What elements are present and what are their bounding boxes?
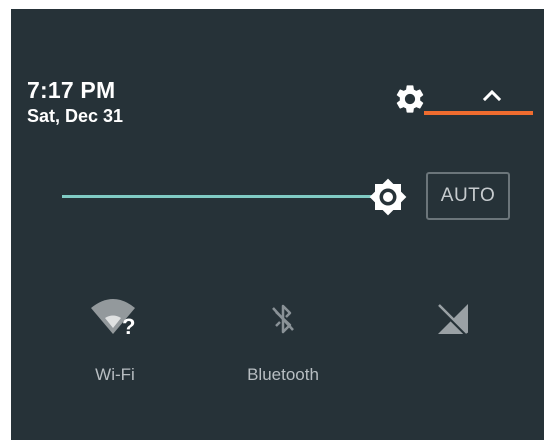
auto-brightness-button[interactable]: AUTO xyxy=(426,172,510,220)
tile-bluetooth[interactable]: Bluetooth xyxy=(223,292,343,402)
cellular-off-icon xyxy=(436,304,470,338)
gear-icon[interactable] xyxy=(393,82,427,116)
tile-bluetooth-label: Bluetooth xyxy=(247,365,319,384)
chevron-up-icon[interactable] xyxy=(480,86,504,104)
bluetooth-off-icon xyxy=(272,304,294,334)
tile-wifi[interactable]: ? Wi-Fi xyxy=(55,292,175,402)
brightness-thumb-icon[interactable] xyxy=(365,174,411,220)
clock-date: Sat, Dec 31 xyxy=(27,106,124,126)
svg-text:?: ? xyxy=(122,314,135,339)
tile-cellular[interactable] xyxy=(393,292,513,402)
wifi-unknown-icon: ? xyxy=(91,299,135,339)
brightness-slider-track[interactable] xyxy=(62,195,380,198)
clock-time: 7:17 PM xyxy=(27,77,116,103)
annotation-line xyxy=(424,111,533,115)
tile-wifi-label: Wi-Fi xyxy=(95,365,135,384)
